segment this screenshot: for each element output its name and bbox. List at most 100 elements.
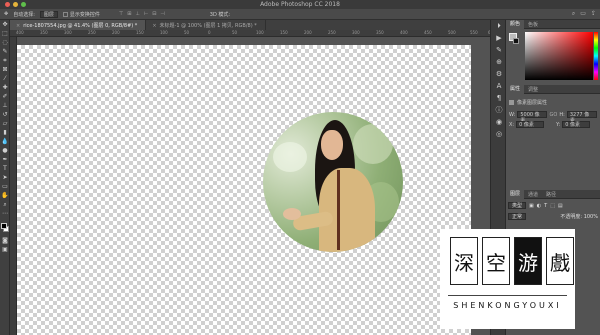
tab-swatches[interactable]: 色板 — [524, 21, 542, 28]
filter-pixel-icon[interactable]: ▣ — [529, 203, 534, 209]
tab-channels[interactable]: 通道 — [524, 191, 542, 198]
path-select-tool-icon[interactable]: ➤ — [0, 173, 10, 182]
color-picker-field[interactable] — [525, 32, 593, 80]
screen-mode-icon[interactable]: ▣ — [0, 245, 10, 254]
frame-tool-icon[interactable]: ⊠ — [0, 65, 10, 74]
search-icon[interactable]: ⌕ — [572, 10, 575, 18]
layers-panel-tabs: 图层 通道 路径 — [506, 189, 600, 199]
tab-document-1[interactable]: × rice-1807554.jpg @ 41.4% (图层 0, RGB/8#)… — [10, 20, 147, 30]
canvas-area[interactable] — [17, 37, 498, 335]
x-label: X: — [509, 121, 515, 128]
eraser-tool-icon[interactable]: ▱ — [0, 119, 10, 128]
lasso-tool-icon[interactable]: ◌ — [0, 38, 10, 47]
document-tabs: × rice-1807554.jpg @ 41.4% (图层 0, RGB/8#)… — [10, 20, 498, 30]
close-tab-icon[interactable]: × — [152, 23, 156, 29]
filter-smart-icon[interactable]: ▤ — [558, 203, 563, 209]
more-tools-icon[interactable]: ⋯ — [0, 209, 10, 218]
glyphs-icon[interactable]: ◉ — [491, 116, 507, 128]
watermark-char: 深 — [450, 237, 478, 285]
color-swatches[interactable] — [0, 222, 10, 236]
pen-tool-icon[interactable]: ✒ — [0, 155, 10, 164]
workspace-icon[interactable]: ▭ — [580, 10, 586, 18]
move-tool-icon[interactable]: ✥ — [0, 20, 10, 29]
size-row: W: 5000 像素 GO H: 3277 像素 — [509, 111, 598, 124]
ruler-mark: 0 — [208, 30, 211, 35]
opacity-field[interactable]: 不透明度: 100% — [560, 213, 598, 220]
transparent-document-canvas[interactable] — [17, 45, 471, 335]
link-icon[interactable]: GO — [549, 112, 558, 118]
title-bar: Adobe Photoshop CC 2018 — [0, 0, 600, 9]
tab-color[interactable]: 颜色 — [506, 19, 525, 29]
type-tool-icon[interactable]: T — [0, 164, 10, 173]
share-icon[interactable]: ⇪ — [591, 10, 596, 18]
gradient-tool-icon[interactable]: ▮ — [0, 128, 10, 137]
show-transform-controls[interactable]: 显示变换控件 — [62, 11, 100, 18]
quick-mask-icon[interactable]: ◙ — [0, 236, 10, 245]
watermark-char: 戲 — [546, 237, 574, 285]
dodge-tool-icon[interactable]: ● — [0, 146, 10, 155]
filter-adjustment-icon[interactable]: ◐ — [537, 203, 541, 209]
tab-properties[interactable]: 属性 — [506, 84, 525, 94]
x-input[interactable]: 0 像素 — [516, 121, 545, 128]
ruler-mark: 300 — [352, 30, 360, 35]
clone-source-icon[interactable]: ⊕ — [491, 56, 507, 68]
y-input[interactable]: 0 像素 — [562, 121, 591, 128]
align-bottom-icon[interactable]: ⊥ — [135, 11, 139, 17]
marquee-tool-icon[interactable]: ⬚ — [0, 29, 10, 38]
tools-panel: ✥ ⬚ ◌ ✎ ⌗ ⊠ ⁄ ✚ ✐ ⊥ ↺ ▱ ▮ 💧 ● ✒ T ➤ ▭ ✋ … — [0, 20, 10, 335]
ruler-mark: 150 — [280, 30, 288, 35]
healing-brush-tool-icon[interactable]: ✚ — [0, 83, 10, 92]
hue-slider[interactable] — [594, 32, 598, 80]
auto-select-dropdown[interactable]: 图层 — [39, 10, 58, 18]
align-right-icon[interactable]: ⊣ — [160, 11, 164, 17]
tab-adjustments[interactable]: 调整 — [524, 86, 542, 93]
actions-icon[interactable]: ▶ — [491, 32, 507, 44]
tab-document-2[interactable]: × 未标题-1 @ 100% (图层 1 拷贝, RGB/8) * — [146, 20, 266, 30]
background-color-swatch[interactable] — [513, 38, 519, 44]
ruler-mark: 250 — [88, 30, 96, 35]
tab-paths[interactable]: 路径 — [542, 191, 560, 198]
adjustments-icon[interactable]: ⚙ — [491, 68, 507, 80]
align-left-icon[interactable]: ⊢ — [144, 11, 148, 17]
woman-face — [321, 130, 343, 160]
options-bar: ✥ 自动选择: 图层 显示变换控件 ⊤ ⊞ ⊥ ⊢ ⊟ ⊣ 3D 模式: ⌕ ▭… — [0, 9, 600, 20]
align-tools: ⊤ ⊞ ⊥ ⊢ ⊟ ⊣ — [119, 11, 165, 17]
history-icon[interactable]: ⏵ — [491, 20, 507, 32]
hand-tool-icon[interactable]: ✋ — [0, 191, 10, 200]
tab-layers[interactable]: 图层 — [506, 189, 525, 199]
character-icon[interactable]: A — [491, 80, 507, 92]
filter-shape-icon[interactable]: ⬚ — [550, 203, 555, 209]
blur-tool-icon[interactable]: 💧 — [0, 137, 10, 146]
width-input[interactable]: 5000 像素 — [517, 111, 548, 124]
align-top-icon[interactable]: ⊤ — [119, 11, 123, 17]
info-icon[interactable]: ⓘ — [491, 104, 507, 116]
3d-icon[interactable]: ◎ — [491, 128, 507, 140]
vertical-ruler — [10, 37, 17, 335]
height-label: H: — [559, 111, 565, 118]
zoom-tool-icon[interactable]: ⌕ — [0, 200, 10, 209]
brush-settings-icon[interactable]: ✎ — [491, 44, 507, 56]
move-tool-icon[interactable]: ✥ — [4, 11, 8, 17]
auto-select-label: 自动选择: — [13, 11, 35, 18]
ruler-mark: 450 — [424, 30, 432, 35]
blend-mode-dropdown[interactable]: 正常 — [508, 213, 527, 220]
quick-select-tool-icon[interactable]: ✎ — [0, 47, 10, 56]
history-brush-tool-icon[interactable]: ↺ — [0, 110, 10, 119]
ruler-mark: 150 — [136, 30, 144, 35]
eyedropper-tool-icon[interactable]: ⁄ — [0, 74, 10, 83]
filter-type-icon[interactable]: T — [544, 203, 547, 209]
rectangle-tool-icon[interactable]: ▭ — [0, 182, 10, 191]
crop-tool-icon[interactable]: ⌗ — [0, 56, 10, 65]
foreground-color-swatch[interactable] — [1, 223, 7, 229]
align-center-icon[interactable]: ⊟ — [152, 11, 156, 17]
brush-tool-icon[interactable]: ✐ — [0, 92, 10, 101]
close-tab-icon[interactable]: × — [16, 23, 20, 29]
transform-checkbox[interactable] — [62, 11, 68, 17]
clone-stamp-tool-icon[interactable]: ⊥ — [0, 101, 10, 110]
paragraph-icon[interactable]: ¶ — [491, 92, 507, 104]
align-middle-icon[interactable]: ⊞ — [127, 11, 131, 17]
height-input[interactable]: 3277 像素 — [566, 111, 598, 124]
circular-photo-layer[interactable] — [263, 112, 403, 252]
ruler-mark: 400 — [16, 30, 24, 35]
kind-filter-dropdown[interactable]: 类型 — [508, 202, 527, 209]
